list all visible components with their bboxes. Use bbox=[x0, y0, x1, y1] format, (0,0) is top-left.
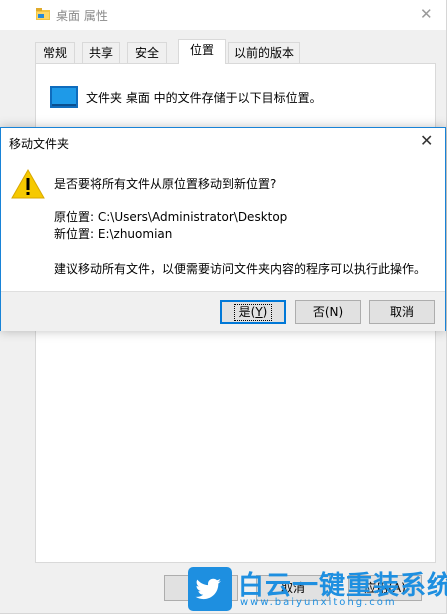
dialog-title: 移动文件夹 bbox=[9, 137, 70, 151]
watermark: 白云一键重装系统 www.baiyunxitong.com bbox=[188, 567, 447, 611]
tab-sharing[interactable]: 共享 bbox=[82, 42, 120, 63]
dialog-close-icon[interactable]: ✕ bbox=[420, 131, 433, 150]
yes-accelerator: Y bbox=[255, 305, 263, 319]
properties-title-bar: 桌面 属性 ✕ bbox=[0, 0, 446, 30]
tab-security[interactable]: 安全 bbox=[127, 42, 167, 63]
move-folder-dialog: 移动文件夹 ✕ 是否要将所有文件从原位置移动到新位置? 原位置: C:\User… bbox=[0, 127, 446, 331]
original-location-text: 原位置: C:\Users\Administrator\Desktop bbox=[54, 210, 288, 224]
twitter-bird-icon bbox=[188, 567, 232, 611]
desktop-folder-icon bbox=[50, 86, 78, 108]
dialog-button-bar: 是(Y) 否(N) 取消 bbox=[1, 291, 445, 331]
yes-button[interactable]: 是(Y) bbox=[220, 300, 286, 324]
cancel-button[interactable]: 取消 bbox=[369, 300, 435, 324]
dialog-note: 建议移动所有文件，以便需要访问文件夹内容的程序可以执行此操作。 bbox=[54, 262, 427, 276]
warning-icon bbox=[11, 168, 45, 199]
watermark-url: www.baiyunxitong.com bbox=[240, 597, 397, 608]
folder-icon bbox=[36, 8, 50, 20]
yes-button-focus: 是(Y) bbox=[233, 304, 273, 321]
tab-general[interactable]: 常规 bbox=[35, 42, 75, 63]
yes-label: 是( bbox=[238, 305, 256, 319]
new-location-text: 新位置: E:\zhuomian bbox=[54, 227, 173, 241]
properties-title: 桌面 属性 bbox=[56, 9, 108, 23]
yes-label-end: ) bbox=[262, 305, 268, 319]
tab-location[interactable]: 位置 bbox=[178, 39, 226, 64]
properties-close-icon[interactable]: ✕ bbox=[420, 5, 433, 23]
no-button[interactable]: 否(N) bbox=[295, 300, 361, 324]
location-description: 文件夹 桌面 中的文件存储于以下目标位置。 bbox=[86, 91, 322, 105]
dialog-question: 是否要将所有文件从原位置移动到新位置? bbox=[54, 177, 277, 191]
tab-previous-versions[interactable]: 以前的版本 bbox=[228, 42, 300, 63]
